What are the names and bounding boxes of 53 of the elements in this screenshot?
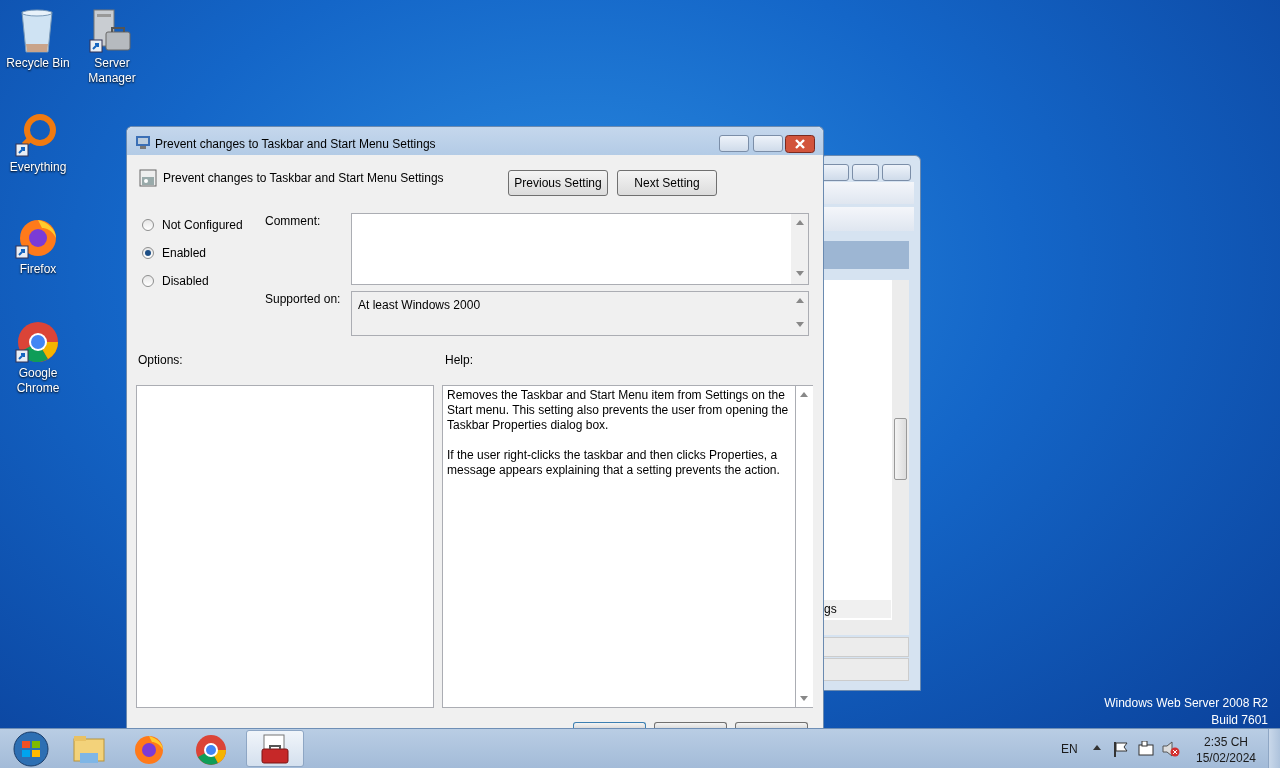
- scrollbar-thumb[interactable]: [894, 418, 907, 480]
- clock-date[interactable]: 15/02/2024: [1193, 749, 1259, 767]
- radio-label[interactable]: Enabled: [162, 244, 207, 262]
- next-setting-button[interactable]: Next Setting: [617, 170, 717, 196]
- supported-on-value: At least Windows 2000: [358, 297, 481, 314]
- language-indicator[interactable]: EN: [1061, 740, 1078, 758]
- radio-label[interactable]: Disabled: [162, 272, 209, 290]
- close-button[interactable]: [882, 164, 911, 181]
- os-edition-text: Build 7601: [1211, 712, 1268, 729]
- radio-button[interactable]: [142, 219, 154, 231]
- flag-icon[interactable]: [1113, 741, 1129, 757]
- radio-label[interactable]: Not Configured: [162, 216, 243, 234]
- toolbox-icon: [258, 732, 292, 765]
- radio-button[interactable]: [142, 247, 154, 259]
- chrome-icon: [194, 732, 228, 765]
- volume-muted-icon[interactable]: [1162, 741, 1180, 757]
- maximize-button[interactable]: [852, 164, 879, 181]
- scroll-up-icon[interactable]: [796, 298, 804, 303]
- show-hidden-icons-icon[interactable]: [1093, 745, 1101, 750]
- desktop-icon-label[interactable]: Everything: [2, 160, 74, 175]
- options-label: Options:: [138, 352, 183, 369]
- list-row[interactable]: gs: [821, 600, 891, 618]
- desktop-icon-label[interactable]: Recycle Bin: [2, 56, 74, 71]
- os-edition-text: Windows Web Server 2008 R2: [1104, 695, 1268, 712]
- taskbar-button[interactable]: [246, 730, 304, 767]
- radio-button[interactable]: [142, 275, 154, 287]
- desktop-icon-label[interactable]: Firefox: [2, 262, 74, 277]
- clock-time[interactable]: 2:35 CH: [1196, 733, 1256, 751]
- network-icon[interactable]: [1138, 741, 1156, 757]
- help-text: Removes the Taskbar and Start Menu item from Settings on the Start menu. This setting also prevents the user from opening the Taskbar Properties dialog box.: [447, 388, 790, 433]
- help-label: Help:: [445, 352, 473, 369]
- scroll-down-icon[interactable]: [796, 322, 804, 327]
- window-title: Prevent changes to Taskbar and Start Menu Settings: [155, 136, 436, 153]
- comment-label: Comment:: [265, 213, 321, 230]
- comment-field[interactable]: [351, 213, 809, 285]
- policy-window-icon: [135, 134, 151, 150]
- dialog-button[interactable]: [654, 722, 727, 728]
- setting-name: Prevent changes to Taskbar and Start Menu Settings: [163, 170, 444, 187]
- setting-icon: [139, 169, 157, 187]
- help-text: If the user right-clicks the taskbar and then clicks Properties, a message appears explaining that a setting prevents the action.: [447, 448, 781, 478]
- scroll-up-icon[interactable]: [800, 392, 808, 397]
- scroll-up-icon[interactable]: [796, 220, 804, 225]
- dialog-button[interactable]: [573, 722, 646, 728]
- dialog-button[interactable]: [735, 722, 808, 728]
- horizontal-scrollbar[interactable]: [821, 620, 909, 635]
- desktop-icon-label[interactable]: Google Chrome: [2, 366, 74, 396]
- minimize-button[interactable]: [719, 135, 749, 152]
- supported-on-label: Supported on:: [265, 291, 341, 308]
- desktop-icon-label[interactable]: Server Manager: [82, 56, 142, 86]
- scroll-down-icon[interactable]: [796, 271, 804, 276]
- scroll-down-icon[interactable]: [800, 696, 808, 701]
- close-icon[interactable]: [785, 135, 815, 153]
- previous-setting-button[interactable]: Previous Setting: [508, 170, 608, 196]
